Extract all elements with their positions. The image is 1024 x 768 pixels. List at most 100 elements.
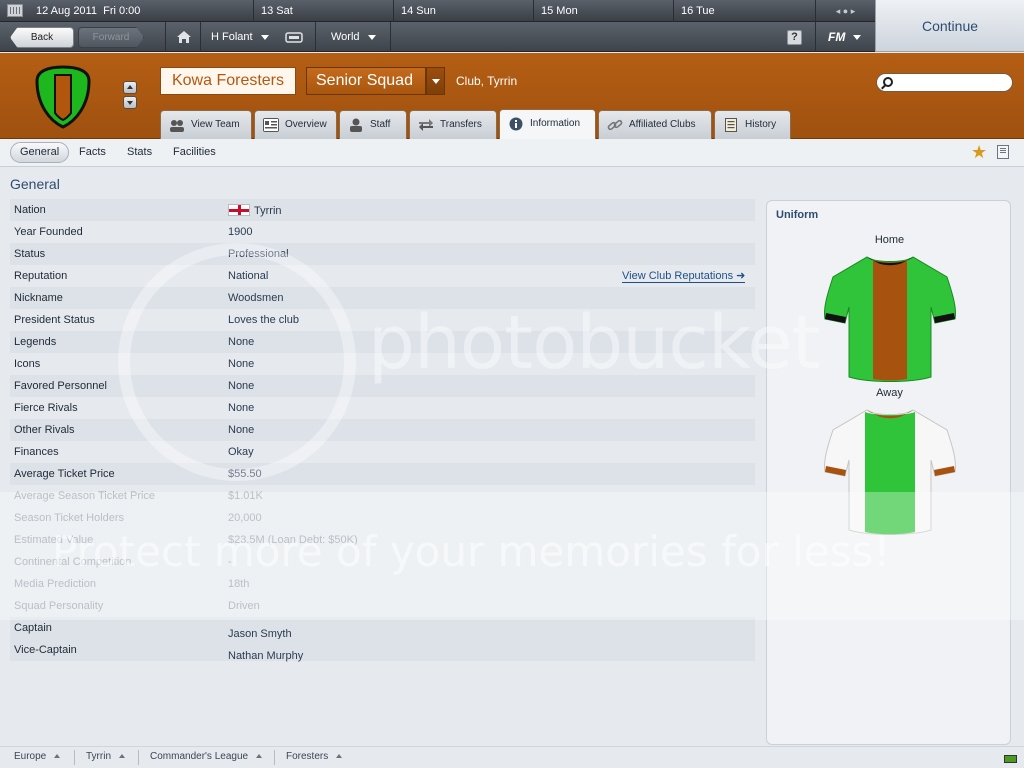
flag-icon [228, 204, 250, 216]
row-value: Professional [228, 248, 289, 260]
row-label: Legends [14, 336, 57, 348]
row-label: Fierce Rivals [14, 402, 78, 414]
row-value: National [228, 270, 269, 282]
day-16[interactable]: 16 Tue [673, 0, 813, 22]
section-title: General [10, 176, 60, 192]
navigation-bar: Back Forward H Folant World ? FM [0, 22, 875, 52]
club-name[interactable]: Kowa Foresters [160, 67, 296, 95]
tab-transfers[interactable]: Transfers [409, 110, 497, 139]
away-kit-label: Away [876, 387, 903, 399]
nation-link[interactable]: Tyrrin [228, 204, 282, 217]
tab-affiliated-clubs[interactable]: Affiliated Clubs [598, 110, 712, 139]
tab-information[interactable]: Information [499, 109, 596, 139]
club-crest-icon [35, 65, 91, 129]
row-label: Other Rivals [14, 424, 75, 436]
table-row: Icons None [10, 353, 755, 375]
subtab-general[interactable]: General [10, 142, 70, 163]
link-icon [607, 119, 623, 131]
row-value: 20,000 [228, 512, 262, 524]
general-info-table: Nation Tyrrin Year Founded 1900 Status Pro… [10, 199, 755, 662]
subtab-facilities[interactable]: Facilities [164, 142, 225, 163]
chevron-down-icon [260, 34, 269, 40]
calendar-scroll-controls[interactable]: ◂ ● ▸ [816, 0, 875, 22]
table-row: Average Ticket Price $55.50 [10, 463, 755, 485]
tab-history[interactable]: History [714, 110, 791, 139]
manager-menu[interactable]: H Folant [211, 22, 269, 52]
breadcrumb-europe[interactable]: Europe [14, 751, 61, 762]
row-value: Woodsmen [228, 292, 284, 304]
row-label: Average Season Ticket Price [14, 490, 156, 502]
calendar-icon[interactable] [7, 4, 23, 17]
row-value: Okay [228, 446, 254, 458]
chevron-down-icon [853, 35, 862, 41]
team-icon [170, 120, 184, 132]
uniform-panel: Uniform Home Away [766, 200, 1011, 745]
row-value: None [228, 424, 255, 436]
row-label: Media Prediction [14, 578, 96, 590]
back-button[interactable]: Back [10, 27, 74, 48]
subtab-stats[interactable]: Stats [118, 142, 161, 163]
overview-icon [263, 118, 279, 132]
continue-button[interactable]: Continue [875, 0, 1024, 52]
star-icon[interactable]: ★ [971, 142, 987, 162]
day-14[interactable]: 14 Sun [393, 0, 533, 22]
row-value: $23.5M (Loan Debt: $50K) [228, 534, 358, 546]
inbox-icon[interactable] [285, 32, 303, 43]
view-club-reputations-link[interactable]: View Club Reputations ➜ [622, 270, 746, 283]
table-row: President Status Loves the club [10, 309, 755, 331]
help-icon[interactable]: ? [787, 30, 802, 45]
day-13[interactable]: 13 Sat [253, 0, 393, 22]
table-row: Year Founded 1900 [10, 221, 755, 243]
table-row: Vice-Captain Nathan Murphy [10, 639, 755, 662]
row-value: $1.01K [228, 490, 263, 502]
breadcrumb-league[interactable]: Commander's League [150, 751, 263, 762]
row-label: Nation [14, 204, 46, 216]
club-subtitle: Club, Tyrrin [456, 74, 518, 88]
info-icon [509, 117, 523, 131]
forward-button[interactable]: Forward [78, 27, 144, 48]
previous-club-button[interactable] [123, 81, 137, 94]
fm-menu[interactable]: FM [828, 22, 862, 52]
table-row: Nation Tyrrin [10, 199, 755, 221]
home-icon[interactable] [176, 30, 192, 44]
chevron-up-icon [54, 754, 61, 759]
vice-captain-link[interactable]: Nathan Murphy [228, 650, 303, 662]
row-value: 18th [228, 578, 250, 590]
tab-view-team[interactable]: View Team [160, 110, 252, 139]
row-label: Nickname [14, 292, 63, 304]
away-kit-shirt-icon [824, 409, 956, 535]
add-note-icon[interactable] [997, 145, 1009, 159]
uniform-title: Uniform [776, 209, 819, 221]
chevron-down-icon[interactable] [426, 67, 445, 95]
tab-overview[interactable]: Overview [254, 110, 337, 139]
table-row: Other Rivals None [10, 419, 755, 441]
history-icon [725, 118, 737, 132]
chevron-up-icon [119, 754, 125, 759]
day-15[interactable]: 15 Mon [533, 0, 673, 22]
row-label: Favored Personnel [14, 380, 107, 392]
row-value: $55.50 [228, 468, 262, 480]
row-label: Vice-Captain [14, 644, 77, 656]
transfers-icon [419, 119, 433, 131]
search-input[interactable] [876, 73, 1013, 92]
table-row: Reputation National View Club Reputation… [10, 265, 755, 287]
table-row: Average Season Ticket Price $1.01K [10, 485, 755, 507]
breadcrumb-club[interactable]: Foresters [286, 751, 343, 762]
breadcrumb-tyrrin[interactable]: Tyrrin [86, 751, 125, 762]
row-label: Reputation [14, 270, 68, 282]
squad-selector[interactable]: Senior Squad [306, 67, 426, 95]
world-menu[interactable]: World [331, 22, 376, 52]
row-label: Finances [14, 446, 59, 458]
row-value: None [228, 336, 255, 348]
next-club-button[interactable] [123, 96, 137, 109]
table-row: Legends None [10, 331, 755, 353]
chevron-up-icon [256, 754, 263, 759]
date-bar: 12 Aug 2011 Fri 0:00 13 Sat 14 Sun 15 Mo… [0, 0, 875, 22]
row-label: Continental Competition [14, 556, 132, 568]
table-row: Finances Okay [10, 441, 755, 463]
current-date: 12 Aug 2011 Fri 0:00 [36, 5, 141, 17]
row-value: Loves the club [228, 314, 299, 326]
tab-staff[interactable]: Staff [339, 110, 407, 139]
club-switcher[interactable] [123, 81, 137, 109]
subtab-facts[interactable]: Facts [70, 142, 115, 163]
